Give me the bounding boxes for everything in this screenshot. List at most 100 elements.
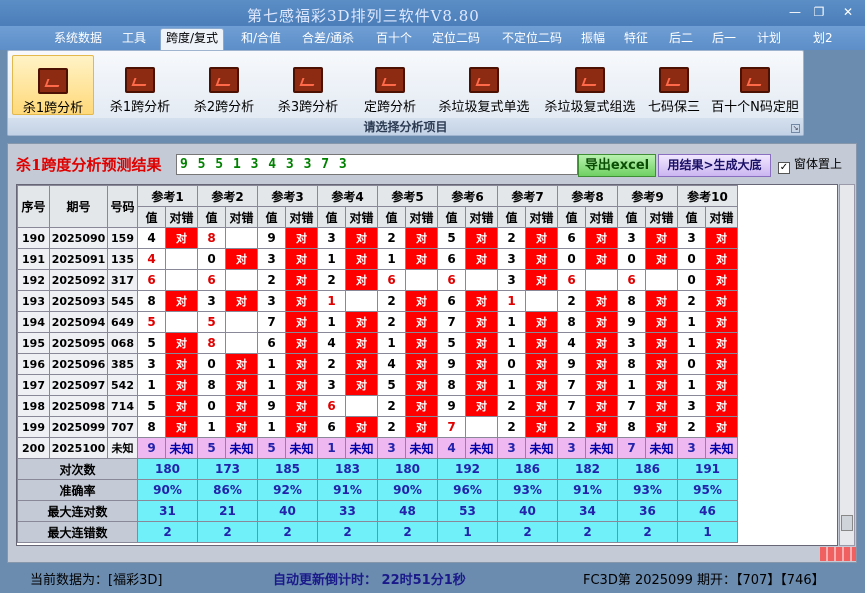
- table-row: 193 2025093 545 8 对 3 对 3 对 1 2 对 6 对 1 2 对 8 对 2 对: [17, 290, 738, 312]
- cell-value: 1: [677, 332, 706, 354]
- menu-item[interactable]: 后一: [707, 29, 741, 48]
- cell-unknown: 未知: [705, 437, 738, 459]
- cell-hit: 对: [405, 227, 438, 249]
- cell-value: 2: [497, 416, 526, 438]
- row-seq: 194: [17, 311, 50, 333]
- cell-value: 8: [197, 374, 226, 396]
- cell-hit: 对: [405, 353, 438, 375]
- cell-value: 7: [437, 311, 466, 333]
- header-row: 序号 期号 号码 参考1 参考2 参考3 参考4 参考5 参考6 参考7 参考8 参考9 参考10: [17, 185, 738, 228]
- menu-item[interactable]: 和/合值: [236, 29, 286, 48]
- ribbon-button[interactable]: 杀2跨分析: [188, 55, 260, 115]
- cell-hit: 对: [585, 374, 618, 396]
- stat-label: 最大连对数: [17, 500, 138, 522]
- row-seq: 200: [17, 437, 50, 459]
- cell-value: 8: [137, 416, 166, 438]
- subheader-check: 对错: [645, 206, 678, 228]
- menu-item[interactable]: 划2: [808, 29, 838, 48]
- cell-hit: 对: [645, 332, 678, 354]
- cell-value: 9: [437, 395, 466, 417]
- row-seq: 199: [17, 416, 50, 438]
- menu-item[interactable]: 百十个: [371, 29, 417, 48]
- cell-value: 1: [497, 290, 526, 312]
- cell-value: 1: [257, 353, 286, 375]
- cell-hit: 对: [285, 374, 318, 396]
- cell-miss: [225, 269, 258, 291]
- ribbon-button[interactable]: 七码保三: [644, 55, 704, 115]
- cell-value: 4: [137, 248, 166, 270]
- cell-hit: 对: [345, 332, 378, 354]
- cell-hit: 对: [165, 353, 198, 375]
- vertical-scrollbar[interactable]: [839, 184, 855, 546]
- stat-value: 2: [497, 521, 558, 543]
- cell-hit: 对: [225, 248, 258, 270]
- cell-value: 1: [317, 248, 346, 270]
- scroll-thumb[interactable]: [841, 515, 853, 531]
- cell-hit: 对: [285, 290, 318, 312]
- menu-item[interactable]: 定位二码: [427, 29, 485, 48]
- cell-value: 7: [617, 395, 646, 417]
- menu-item[interactable]: 特征: [619, 29, 653, 48]
- ribbon-button[interactable]: 杀1跨分析: [12, 55, 94, 116]
- export-excel-button[interactable]: 导出excel: [578, 154, 656, 177]
- menu-item[interactable]: 跨度/复式: [160, 28, 225, 50]
- menu-item[interactable]: 工具: [117, 29, 151, 48]
- column-header-ref: 参考5: [377, 185, 438, 207]
- ribbon-button-label: 定跨分析: [363, 100, 416, 115]
- cell-hit: 对: [165, 374, 198, 396]
- result-input[interactable]: 9 5 5 1 3 4 3 3 7 3: [176, 154, 578, 175]
- generate-base-button[interactable]: 用结果>生成大底: [658, 154, 771, 177]
- cell-value: 2: [377, 416, 406, 438]
- stat-value: 186: [497, 458, 558, 480]
- cell-miss: [645, 269, 678, 291]
- cell-value: 6: [257, 332, 286, 354]
- ribbon-button[interactable]: 杀3跨分析: [272, 55, 344, 115]
- cell-value: 3: [257, 248, 286, 270]
- menu-item[interactable]: 振幅: [576, 29, 610, 48]
- stat-value: 90%: [377, 479, 438, 501]
- cell-value: 0: [677, 248, 706, 270]
- menu-item[interactable]: 后二: [664, 29, 698, 48]
- row-period: 2025094: [49, 311, 108, 333]
- table-row: 196 2025096 385 3 对 0 对 1 对 2 对 4 对 9 对 0 对 9 对 8 对 0 对: [17, 353, 738, 375]
- cell-hit: 对: [645, 290, 678, 312]
- ribbon-button[interactable]: 杀1跨分析: [104, 55, 176, 115]
- cell-hit: 对: [345, 374, 378, 396]
- cell-hit: 对: [525, 416, 558, 438]
- row-seq: 198: [17, 395, 50, 417]
- cell-hit: 对: [525, 374, 558, 396]
- cell-value: 3: [377, 437, 406, 459]
- cell-hit: 对: [225, 416, 258, 438]
- chart-icon: [740, 67, 770, 93]
- stat-value: 53: [437, 500, 498, 522]
- ribbon-button[interactable]: 百十个N码定胆: [706, 55, 804, 115]
- cell-value: 0: [677, 269, 706, 291]
- cell-value: 3: [497, 248, 526, 270]
- stat-value: 192: [437, 458, 498, 480]
- stat-value: 31: [137, 500, 198, 522]
- column-header-seq: 序号: [17, 185, 50, 228]
- ribbon-button[interactable]: 杀垃圾复式单选: [432, 55, 536, 115]
- stat-value: 2: [257, 521, 318, 543]
- cell-miss: [525, 290, 558, 312]
- menu-item[interactable]: 计划: [752, 29, 786, 48]
- cell-value: 6: [557, 269, 586, 291]
- restore-icon[interactable]: ❐: [807, 3, 831, 21]
- stat-value: 2: [317, 521, 378, 543]
- cell-hit: 对: [165, 416, 198, 438]
- menu-item[interactable]: 系统数据: [49, 29, 107, 48]
- stat-value: 96%: [437, 479, 498, 501]
- check-icon[interactable]: ✓: [778, 162, 790, 174]
- menu-item[interactable]: 不定位二码: [497, 29, 567, 48]
- ribbon-expand-icon[interactable]: ↘: [791, 124, 800, 133]
- topmost-checkbox[interactable]: ✓ 窗体置上: [778, 155, 842, 174]
- ribbon-button[interactable]: 定跨分析: [356, 55, 424, 115]
- subheader-value: 值: [377, 206, 406, 228]
- cell-value: 2: [377, 227, 406, 249]
- cell-value: 4: [137, 227, 166, 249]
- ribbon-button[interactable]: 杀垃圾复式组选: [538, 55, 642, 115]
- close-icon[interactable]: ✕: [836, 3, 860, 21]
- cell-value: 1: [137, 374, 166, 396]
- menu-item[interactable]: 合差/通杀: [297, 29, 359, 48]
- minimize-icon[interactable]: —: [783, 3, 807, 21]
